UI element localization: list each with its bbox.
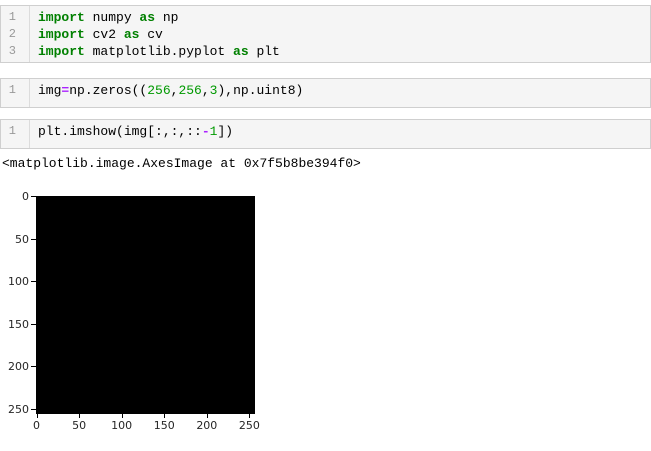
code-token-plain: plt.imshow(img[:,:,:: (38, 124, 202, 139)
x-tick-label: 200 (196, 419, 218, 432)
line-number-gutter: 1 (1, 79, 30, 107)
x-tick-mark (164, 414, 166, 418)
code-token-number: 256 (147, 83, 171, 98)
y-tick-mark (31, 196, 36, 197)
code-token-plain: cv (139, 27, 163, 42)
y-tick-label: 0 (22, 190, 29, 203)
execution-result-text: <matplotlib.image.AxesImage at 0x7f5b8be… (2, 156, 361, 171)
code-token-plain: ]) (217, 124, 234, 139)
x-tick-label: 50 (72, 419, 87, 432)
code-token-plain: matplotlib.pyplot (84, 44, 234, 59)
x-tick-mark (121, 414, 123, 418)
code-cell-create-image[interactable]: 1 img=np.zeros((256,256,3),np.uint8) (0, 78, 651, 108)
notebook-page: { "notebook": { "cells": [ { "name": "im… (0, 0, 651, 451)
line-number: 1 (8, 10, 16, 24)
x-tick-label: 100 (111, 419, 133, 432)
code-cell-imports[interactable]: 123 import numpy as np import cv2 as cv im… (0, 5, 651, 63)
line-number: 1 (8, 83, 16, 97)
code-editor[interactable]: img=np.zeros((256,256,3),np.uint8) (30, 79, 650, 107)
code-token-plain: numpy (84, 10, 140, 25)
code-line[interactable]: import matplotlib.pyplot as plt (38, 43, 650, 60)
code-token-plain: plt (248, 44, 280, 59)
y-tick-label: 50 (15, 232, 29, 246)
y-tick-mark (31, 323, 36, 325)
x-tick-mark (249, 414, 251, 418)
y-tick-mark (31, 408, 36, 410)
line-number: 1 (8, 124, 16, 138)
y-tick-label: 200 (8, 360, 29, 374)
code-cell-imshow[interactable]: 1 plt.imshow(img[:,:,::-1]) (0, 119, 651, 149)
x-tick-mark (36, 414, 38, 418)
code-token-number: 256 (178, 83, 202, 98)
code-token-keyword: as (123, 27, 140, 42)
code-line[interactable]: img=np.zeros((256,256,3),np.uint8) (38, 82, 650, 99)
code-token-operator: - (201, 124, 210, 139)
y-tick-label: 100 (8, 275, 29, 289)
matplotlib-figure: 0 50 100 150 200 250 0 50 100 150 200 250 (0, 190, 285, 445)
code-token-keyword: import (38, 44, 85, 59)
imshow-black-image (36, 196, 255, 414)
code-token-keyword: import (38, 27, 85, 42)
y-tick-mark (31, 281, 36, 283)
code-line[interactable]: import cv2 as cv (38, 26, 650, 43)
y-tick-label: 250 (8, 402, 29, 416)
code-editor[interactable]: plt.imshow(img[:,:,::-1]) (30, 120, 650, 148)
code-token-keyword: as (233, 44, 249, 59)
y-tick-mark (31, 366, 36, 368)
code-token-keyword: as (139, 10, 156, 25)
line-number: 3 (8, 44, 16, 58)
y-tick-label: 150 (8, 317, 29, 331)
code-token-plain: , (201, 83, 210, 98)
code-line[interactable]: import numpy as np (38, 9, 650, 26)
code-token-plain: np (155, 10, 179, 25)
code-token-plain: cv2 (84, 27, 124, 42)
code-token-plain: np.zeros(( (69, 83, 148, 98)
line-number: 2 (8, 27, 16, 41)
code-line[interactable]: plt.imshow(img[:,:,::-1]) (38, 123, 650, 140)
code-editor[interactable]: import numpy as np import cv2 as cv import… (30, 6, 650, 62)
x-tick-label: 150 (153, 419, 175, 432)
x-tick-label: 250 (238, 419, 260, 432)
x-tick-mark (206, 414, 208, 418)
x-tick-mark (79, 414, 81, 418)
x-tick-label: 0 (33, 419, 40, 432)
line-number-gutter: 1 2 3 (1, 6, 30, 62)
line-number-gutter: 1 (1, 120, 30, 148)
code-token-plain: ),np.uint8) (217, 83, 304, 98)
code-token-plain: img (38, 83, 62, 98)
y-tick-mark (31, 238, 36, 240)
code-token-keyword: import (38, 10, 85, 25)
